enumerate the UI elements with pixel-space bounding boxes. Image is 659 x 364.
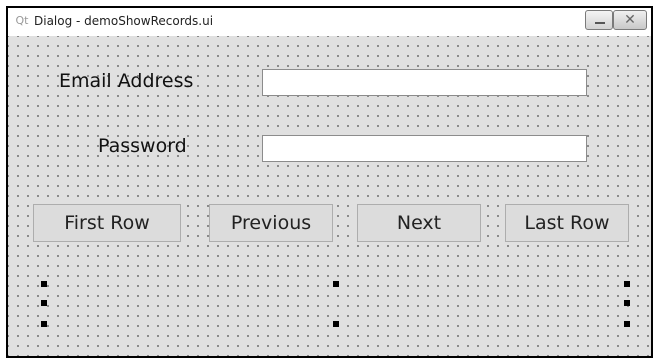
password-field[interactable] [262,135,587,162]
selection-handle[interactable] [624,281,630,287]
qt-icon: Qt [15,14,29,27]
close-button[interactable]: ✕ [613,10,647,30]
email-label: Email Address [59,70,194,92]
next-button[interactable]: Next [357,204,481,242]
password-label: Password [98,135,187,157]
dialog-window: Qt Dialog - demoShowRecords.ui ✕ Email A… [6,6,653,358]
selection-handle[interactable] [333,321,339,327]
email-field[interactable] [262,69,587,96]
first-row-button[interactable]: First Row [33,204,181,242]
minimize-icon [595,22,605,24]
last-row-button[interactable]: Last Row [505,204,629,242]
selection-handle[interactable] [624,300,630,306]
previous-button[interactable]: Previous [209,204,333,242]
selection-handle[interactable] [41,300,47,306]
selection-handle[interactable] [41,321,47,327]
close-icon: ✕ [624,12,636,28]
designer-form-grid: Email Address Password First Row Previou… [8,36,651,356]
selection-handle[interactable] [41,281,47,287]
selection-handle[interactable] [333,281,339,287]
title-bar[interactable]: Qt Dialog - demoShowRecords.ui ✕ [8,8,651,36]
window-title: Dialog - demoShowRecords.ui [34,14,214,28]
selection-handle[interactable] [624,321,630,327]
minimize-button[interactable] [585,10,613,30]
